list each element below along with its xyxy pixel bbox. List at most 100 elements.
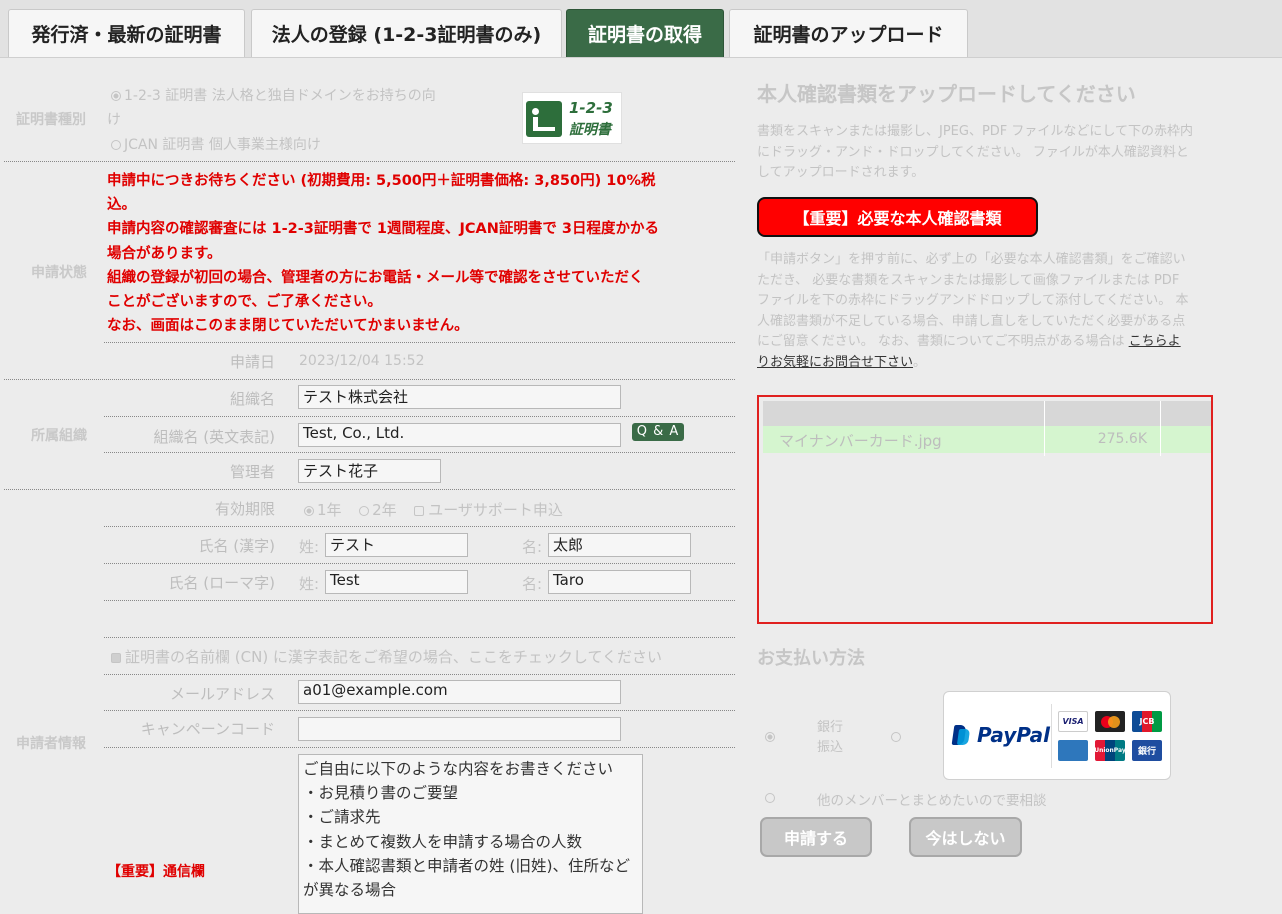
support-label: ユーザサポート申込 — [428, 501, 563, 519]
file-table-row[interactable]: マイナンバーカード.jpg 275.6K — [763, 426, 1211, 453]
logo-mark-icon — [526, 101, 562, 137]
tab-get-certificate[interactable]: 証明書の取得 — [566, 9, 724, 57]
comm-line: が異なる場合 — [303, 881, 397, 900]
file-drop-zone[interactable]: マイナンバーカード.jpg 275.6K — [757, 395, 1213, 624]
name-kanji-label: 氏名 (漢字) — [198, 537, 275, 555]
radio-2year[interactable] — [359, 505, 370, 516]
paypal-logo-icon — [951, 725, 971, 747]
tab-corporate-registration[interactable]: 法人の登録 (1-2-3証明書のみ) — [251, 9, 562, 57]
validity-2year-label: 2年 — [372, 501, 397, 519]
not-now-button[interactable]: 今はしない — [909, 817, 1022, 857]
status-line: 場合があります。 — [107, 245, 222, 262]
file-size: 275.6K — [1097, 431, 1147, 447]
status-message: 申請中につきお待ちください (初期費用: 5,500円＋証明書価格: 3,850… — [107, 169, 707, 338]
radio-paypal[interactable] — [891, 732, 901, 742]
upload-notice: 「申請ボタン」を押す前に、必ず上の「必要な本人確認書類」をご確認い ただき、 必… — [757, 250, 1209, 373]
cert-type-option-jcan[interactable]: JCAN 証明書 個人事業主様向け — [111, 134, 321, 154]
org-name-field[interactable]: テスト株式会社 — [298, 385, 621, 409]
email-label: メールアドレス — [169, 685, 275, 703]
radio-1year[interactable] — [304, 505, 314, 516]
cert-type-option-123-wrap: け — [107, 112, 121, 128]
upload-description: 書類をスキャンまたは撮影し、JPEG、PDF ファイルなどにして下の赤枠内 にド… — [757, 122, 1209, 184]
campaign-code-field[interactable] — [298, 717, 621, 741]
email-field[interactable]: a01@example.com — [298, 680, 621, 704]
column-divider — [1160, 401, 1161, 456]
group-consult-label: 他のメンバーとまとめたいので要相談 — [817, 793, 1047, 809]
divider — [104, 710, 735, 711]
org-name-en-label: 組織名 (英文表記) — [153, 428, 275, 446]
divider — [104, 342, 735, 343]
visa-icon: VISA — [1058, 711, 1088, 732]
support-checkbox[interactable] — [414, 505, 425, 516]
contact-link-cont[interactable]: りお気軽にお問合せ下さい — [757, 355, 913, 370]
logo-text: 1-2-3 — [569, 99, 613, 117]
apply-date-value: 2023/12/04 15:52 — [299, 353, 425, 369]
status-line: ことがございますので、ご了承ください。 — [107, 294, 382, 311]
column-divider — [1044, 401, 1045, 456]
bank-label-line: 振込 — [817, 740, 844, 755]
apply-date-label: 申請日 — [229, 353, 275, 371]
bank-card-icon: 銀行 — [1132, 740, 1162, 761]
cn-kanji-option[interactable]: 証明書の名前欄 (CN) に漢字表記をご希望の場合、ここをチェックしてください — [111, 646, 662, 667]
file-name: マイナンバーカード.jpg — [779, 432, 942, 450]
radio-123[interactable] — [111, 91, 121, 101]
upload-notice-line: ファイルを下の赤枠にドラッグアンドドロップして添付してください。 本 — [757, 293, 1189, 308]
upload-desc-line: にドラッグ・アンド・ドロップしてください。 ファイルが本人確認資料と — [757, 144, 1189, 160]
validity-1year-label: 1年 — [317, 501, 342, 519]
divider — [4, 161, 735, 162]
amex-icon — [1058, 740, 1088, 761]
divider — [4, 489, 735, 490]
mei-kanji-field[interactable]: 太郎 — [548, 533, 691, 557]
status-line: 組織の登録が初回の場合、管理者の方にお電話・メール等で確認をさせていただく — [107, 269, 644, 286]
file-table-header — [763, 401, 1211, 426]
comm-textarea[interactable]: ご自由に以下のような内容をお書きください ・お見積り書のご要望 ・ご請求先 ・ま… — [298, 754, 643, 914]
qa-button[interactable]: Q & A — [632, 423, 684, 441]
123-certificate-logo: 1-2-3 証明書 — [522, 92, 622, 144]
divider — [104, 674, 735, 675]
sei-roman-field[interactable]: Test — [325, 570, 468, 594]
cn-kanji-label: 証明書の名前欄 (CN) に漢字表記をご希望の場合、ここをチェックしてください — [125, 648, 663, 666]
applicant-section-label: 申請者情報 — [16, 736, 86, 752]
validity-label: 有効期限 — [214, 500, 275, 518]
cn-kanji-checkbox[interactable] — [111, 652, 121, 663]
apply-button[interactable]: 申請する — [760, 817, 872, 857]
mei-kanji-label: 名: — [522, 538, 543, 556]
status-line: 申請中につきお待ちください (初期費用: 5,500円＋証明書価格: 3,850… — [107, 173, 656, 189]
sei-roman-label: 姓: — [299, 575, 320, 593]
mei-roman-label: 名: — [522, 575, 543, 593]
cert-type-option-123[interactable]: 1-2-3 証明書 法人格と独自ドメインをお持ちの向 — [111, 85, 436, 105]
bank-transfer-label: 銀行 振込 — [817, 718, 843, 758]
org-section-label: 所属組織 — [31, 428, 87, 444]
divider — [104, 563, 735, 564]
radio-bank-transfer[interactable] — [765, 732, 775, 742]
payment-divider — [1051, 704, 1052, 768]
radio-jcan[interactable] — [111, 140, 121, 150]
required-documents-button[interactable]: 【重要】必要な本人確認書類 — [757, 197, 1038, 237]
admin-label: 管理者 — [229, 463, 275, 481]
mei-roman-field[interactable]: Taro — [548, 570, 691, 594]
upload-notice-line: にご留意ください。 なお、書類についてご不明点がある場合は — [757, 334, 1129, 349]
divider — [104, 416, 735, 417]
status-line: 込。 — [107, 197, 136, 214]
admin-field[interactable]: テスト花子 — [298, 459, 441, 483]
contact-link[interactable]: こちらよ — [1129, 334, 1181, 349]
status-line: なお、画面はこのまま閉じていただいてかまいません。 — [107, 318, 469, 335]
comm-line: ・ご請求先 — [303, 808, 381, 827]
name-roman-label: 氏名 (ローマ字) — [168, 574, 275, 592]
org-name-en-field[interactable]: Test, Co., Ltd. — [298, 423, 621, 447]
campaign-code-label: キャンペーンコード — [140, 720, 275, 738]
divider — [104, 637, 735, 638]
tab-upload-certificate[interactable]: 証明書のアップロード — [729, 9, 968, 57]
comm-field-label: 【重要】通信欄 — [107, 864, 205, 880]
paypal-wordmark: PayPal — [977, 723, 1051, 747]
sei-kanji-label: 姓: — [299, 538, 320, 556]
divider — [4, 379, 735, 380]
comm-line: ・まとめて複数人を申請する場合の人数 — [303, 832, 583, 851]
unionpay-icon: UnionPay — [1094, 740, 1126, 761]
tab-issued-certificates[interactable]: 発行済・最新の証明書 — [8, 9, 245, 57]
paypal-option[interactable]: PayPal VISA JCB UnionPay 銀行 — [943, 691, 1171, 780]
sei-kanji-field[interactable]: テスト — [325, 533, 468, 557]
cert-type-option-123-label: 1-2-3 証明書 法人格と独自ドメインをお持ちの向 — [124, 88, 436, 104]
upload-notice-line: 「申請ボタン」を押す前に、必ず上の「必要な本人確認書類」をご確認い — [757, 252, 1186, 267]
radio-group-consult[interactable] — [765, 793, 775, 803]
